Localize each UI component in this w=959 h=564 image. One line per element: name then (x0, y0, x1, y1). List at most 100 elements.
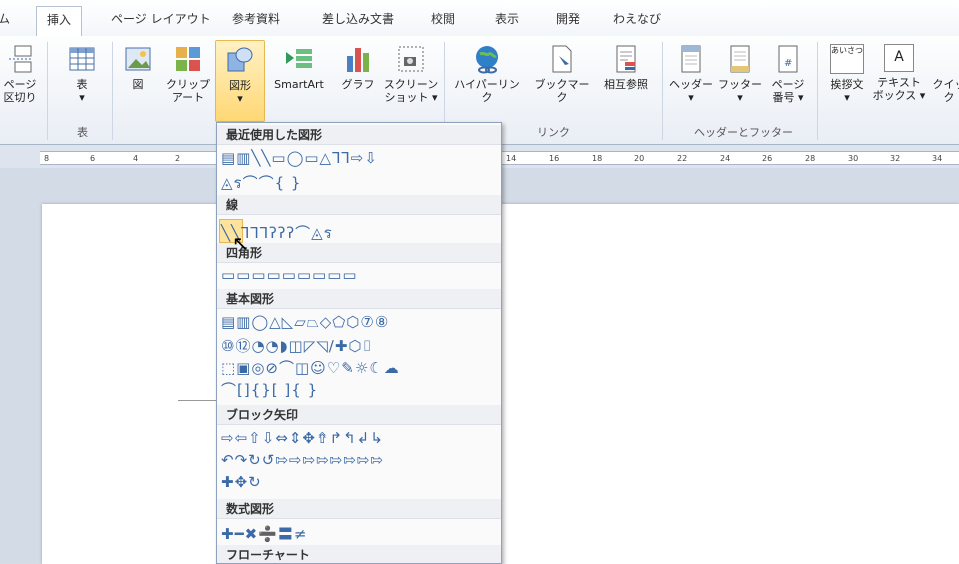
clipart-label-1: クリップ (166, 78, 210, 91)
quick-parts-label: クイック (933, 78, 959, 104)
group-label-link: リンク (537, 124, 570, 140)
picture-button[interactable]: 図 (120, 44, 156, 91)
cross-reference-icon (611, 44, 641, 74)
smartart-label: SmartArt (274, 78, 324, 91)
header-dropdown-arrow: ▾ (688, 91, 694, 104)
table-button[interactable]: 表 ▾ (62, 44, 102, 104)
textbox-label-2: ボックス ▾ (873, 89, 926, 102)
recent-shapes-row[interactable]: ▤▥╲╲▭◯▭△⅂⅂⇨⇩ (221, 149, 378, 167)
tab-waenavi[interactable]: わえなび (613, 10, 661, 27)
cross-reference-label: 相互参照 (604, 78, 648, 91)
smartart-button[interactable]: SmartArt (266, 44, 332, 91)
tab-review[interactable]: 校閲 (431, 10, 455, 27)
smartart-icon (284, 44, 314, 74)
header-label: ヘッダー (669, 78, 713, 91)
basic-shapes-row[interactable]: ⑩⑫◔◔◗◫◸◹∕✚⬡⌷ (221, 335, 373, 353)
ruler-number: 24 (720, 154, 730, 163)
picture-icon (123, 44, 153, 74)
ruler-number: 4 (133, 154, 138, 163)
tab-references[interactable]: 参考資料 (232, 10, 280, 27)
chart-button[interactable]: グラフ (338, 44, 378, 91)
block-arrows-row[interactable]: ⇨⇦⇧⇩⇔⇕✥⇮↱↰↲↳ (221, 429, 384, 447)
greeting-dropdown-arrow: ▾ (844, 91, 850, 104)
tab-page-layout[interactable]: ページ レイアウト (111, 10, 211, 27)
equation-shapes-row[interactable]: ✚━✖➗〓≠ (221, 523, 307, 541)
tab-developer[interactable]: 開発 (556, 10, 580, 27)
ruler-number: 20 (634, 154, 644, 163)
quick-parts-button[interactable]: クイック (929, 44, 959, 104)
page-break-icon (5, 44, 35, 74)
basic-shapes-row[interactable]: ⌒[]{}[ ]{ } (221, 379, 318, 397)
ruler-number: 32 (890, 154, 900, 163)
screenshot-label-1: スクリーン (384, 78, 438, 91)
ruler-number: 26 (762, 154, 772, 163)
textbox-icon: A (884, 44, 914, 72)
page-number-icon: # (773, 44, 803, 74)
ruler-number: 34 (932, 154, 942, 163)
ribbon-tabs: ム 挿入 ページ レイアウト 参考資料 差し込み文書 校閲 表示 開発 わえなび (0, 0, 959, 37)
tab-insert[interactable]: 挿入 (36, 6, 82, 36)
tab-mailings[interactable]: 差し込み文書 (322, 10, 394, 27)
page-number-label-1: ページ (772, 78, 805, 91)
footer-button[interactable]: フッター ▾ (716, 44, 764, 104)
section-block-arrows: ブロック矢印 (217, 405, 501, 425)
basic-shapes-row[interactable]: ⬚▣◎⊘⌒◫☺♡✎☼☾☁ (221, 357, 400, 375)
ruler-number: 16 (549, 154, 559, 163)
tab-view[interactable]: 表示 (495, 10, 519, 27)
rectangles-row[interactable]: ▭▭▭▭▭▭▭▭▭ (221, 266, 358, 284)
chart-label: グラフ (342, 78, 375, 91)
mouse-cursor-icon: ↖ (232, 231, 249, 255)
greeting-icon: あいさつ (830, 44, 864, 74)
clipart-button[interactable]: クリップ アート (166, 44, 210, 104)
ruler-number: 22 (677, 154, 687, 163)
screenshot-label-2: ショット ▾ (384, 91, 437, 104)
bookmark-button[interactable]: ブックマーク (530, 44, 594, 104)
page-number-button[interactable]: # ページ 番号 ▾ (764, 44, 812, 104)
cross-reference-button[interactable]: 相互参照 (596, 44, 656, 91)
basic-shapes-row[interactable]: ▤▥◯△◺▱⏢◇⬠⬡⑦⑧ (221, 313, 389, 331)
group-separator (112, 42, 113, 140)
screenshot-button[interactable]: スクリーン ショット ▾ (383, 44, 439, 104)
group-separator (47, 42, 48, 140)
greeting-button[interactable]: あいさつ 挨拶文 ▾ (822, 44, 872, 104)
shapes-icon (225, 45, 255, 75)
block-arrows-row[interactable]: ↶↷↻↺⇰⇨⇰⇰⇰⇰⇰⇰ (221, 451, 384, 469)
table-icon (67, 44, 97, 74)
hyperlink-button[interactable]: ハイパーリンク (449, 44, 525, 104)
clipart-label-2: アート (172, 91, 204, 104)
shapes-gallery-dropdown: 最近使用した図形 ▤▥╲╲▭◯▭△⅂⅂⇨⇩ ◬ร⌒⌒{ } 線 ╲╲⅂⅂⅂ʔʔʔ… (216, 122, 502, 564)
table-label: 表 (77, 78, 88, 91)
header-button[interactable]: ヘッダー ▾ (667, 44, 715, 104)
group-label-header-footer: ヘッダーとフッター (694, 124, 793, 140)
group-separator (662, 42, 663, 140)
section-basic-shapes: 基本図形 (217, 289, 501, 309)
section-lines: 線 (217, 195, 501, 215)
page-break-button[interactable]: ページ 区切り (0, 44, 40, 104)
block-arrows-row[interactable]: ✚✥↻ (221, 473, 262, 491)
svg-text:#: # (784, 58, 792, 69)
shapes-button[interactable]: 図形 ▾ (215, 40, 265, 122)
shapes-dropdown-arrow: ▾ (237, 92, 243, 105)
ruler-number: 8 (44, 154, 49, 163)
footer-icon (725, 44, 755, 74)
page-break-label-1: ページ (4, 78, 37, 91)
tab-file[interactable]: ム (0, 10, 10, 27)
clipart-icon (173, 44, 203, 74)
quick-parts-icon (934, 44, 959, 74)
header-icon (676, 44, 706, 74)
section-equation-shapes: 数式図形 (217, 499, 501, 519)
shapes-label: 図形 (229, 79, 251, 92)
ruler-number: 28 (805, 154, 815, 163)
globe-link-icon (472, 44, 502, 74)
crop-mark (178, 400, 218, 401)
textbox-button[interactable]: A テキスト ボックス ▾ (872, 44, 926, 102)
footer-label: フッター (718, 78, 762, 91)
group-separator (817, 42, 818, 140)
bookmark-icon (547, 44, 577, 74)
recent-shapes-row[interactable]: ◬ร⌒⌒{ } (221, 171, 301, 189)
footer-dropdown-arrow: ▾ (737, 91, 743, 104)
page-number-label-2: 番号 ▾ (772, 91, 803, 104)
chart-icon (343, 44, 373, 74)
screenshot-icon (396, 44, 426, 74)
page-break-label-2: 区切り (4, 91, 37, 104)
